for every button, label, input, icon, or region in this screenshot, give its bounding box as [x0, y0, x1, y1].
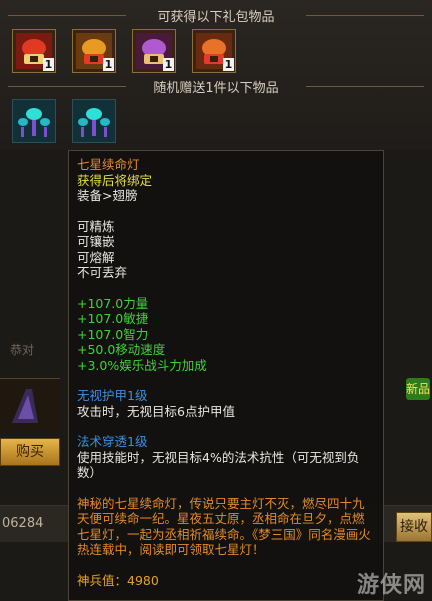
- stat-line: +107.0敏捷: [77, 311, 149, 326]
- gift-item-3[interactable]: 1: [132, 29, 176, 73]
- item-count: 1: [43, 58, 54, 71]
- stat-line: +107.0力量: [77, 295, 149, 311]
- gift-item-1[interactable]: 1: [12, 29, 56, 73]
- gift-header: 可获得以下礼包物品: [0, 4, 432, 26]
- buy-button[interactable]: 购买: [0, 438, 60, 466]
- random-item-1[interactable]: [12, 99, 56, 143]
- item-lore: 神秘的七星续命灯，传说只要主灯不灭，燃尽四十九天便可续命一纪。星夜五丈原，丞相命…: [77, 495, 371, 558]
- random-header: 随机赠送1件以下物品: [0, 75, 432, 97]
- wing-item-icon: [12, 389, 38, 423]
- prop-line: 可镶嵌: [77, 234, 115, 249]
- item-tooltip: 七星续命灯 获得后将绑定 装备>翅膀 可精炼 可镶嵌 可熔解 不可丢弃 +107…: [68, 150, 384, 601]
- prop-line: 可熔解: [77, 249, 115, 265]
- item-count: 1: [103, 58, 114, 71]
- skill-desc: 攻击时，无视目标6点护甲值: [77, 403, 235, 419]
- gift-item-4[interactable]: 1: [192, 29, 236, 73]
- reward-panel: 可获得以下礼包物品 1 1 1 1 随机赠送1件以下物品: [0, 0, 432, 150]
- item-name: 七星续命灯: [77, 157, 140, 172]
- prop-line: 不可丢弃: [77, 265, 128, 280]
- watermark: 游侠网: [356, 573, 426, 598]
- divider-left: [8, 86, 126, 87]
- item-count: 1: [163, 58, 174, 71]
- random-item-2[interactable]: [72, 99, 116, 143]
- side-label: 恭对: [10, 343, 35, 357]
- skill-desc: 使用技能时，无视目标4%的法术抗性（可无视到负数）: [77, 449, 360, 481]
- receive-button[interactable]: 接收: [396, 512, 432, 542]
- weapon-value: 神兵值：4980: [77, 572, 159, 588]
- gift-header-title: 可获得以下礼包物品: [157, 9, 275, 25]
- stat-line: +3.0%娱乐战斗力加成: [77, 357, 207, 373]
- new-badge: 新品: [406, 378, 430, 400]
- teal-lantern-wings-icon: [78, 108, 110, 137]
- skill-name: 法术穿透1级: [77, 434, 148, 449]
- random-header-title: 随机赠送1件以下物品: [153, 80, 279, 96]
- stat-line: +107.0智力: [77, 326, 149, 342]
- bg-item-card[interactable]: [0, 378, 60, 431]
- item-category: 装备>翅膀: [77, 188, 138, 203]
- divider-right: [306, 15, 424, 16]
- skill-name: 无视护甲1级: [77, 388, 148, 403]
- item-count: 1: [223, 58, 234, 71]
- stat-line: +50.0移动速度: [77, 342, 166, 357]
- divider-left: [8, 15, 126, 16]
- teal-lantern-wings-icon: [18, 108, 50, 137]
- divider-right: [306, 86, 424, 87]
- currency-value: 06284: [2, 516, 44, 531]
- gift-item-2[interactable]: 1: [72, 29, 116, 73]
- prop-line: 可精炼: [77, 218, 115, 234]
- bind-info: 获得后将绑定: [77, 172, 153, 188]
